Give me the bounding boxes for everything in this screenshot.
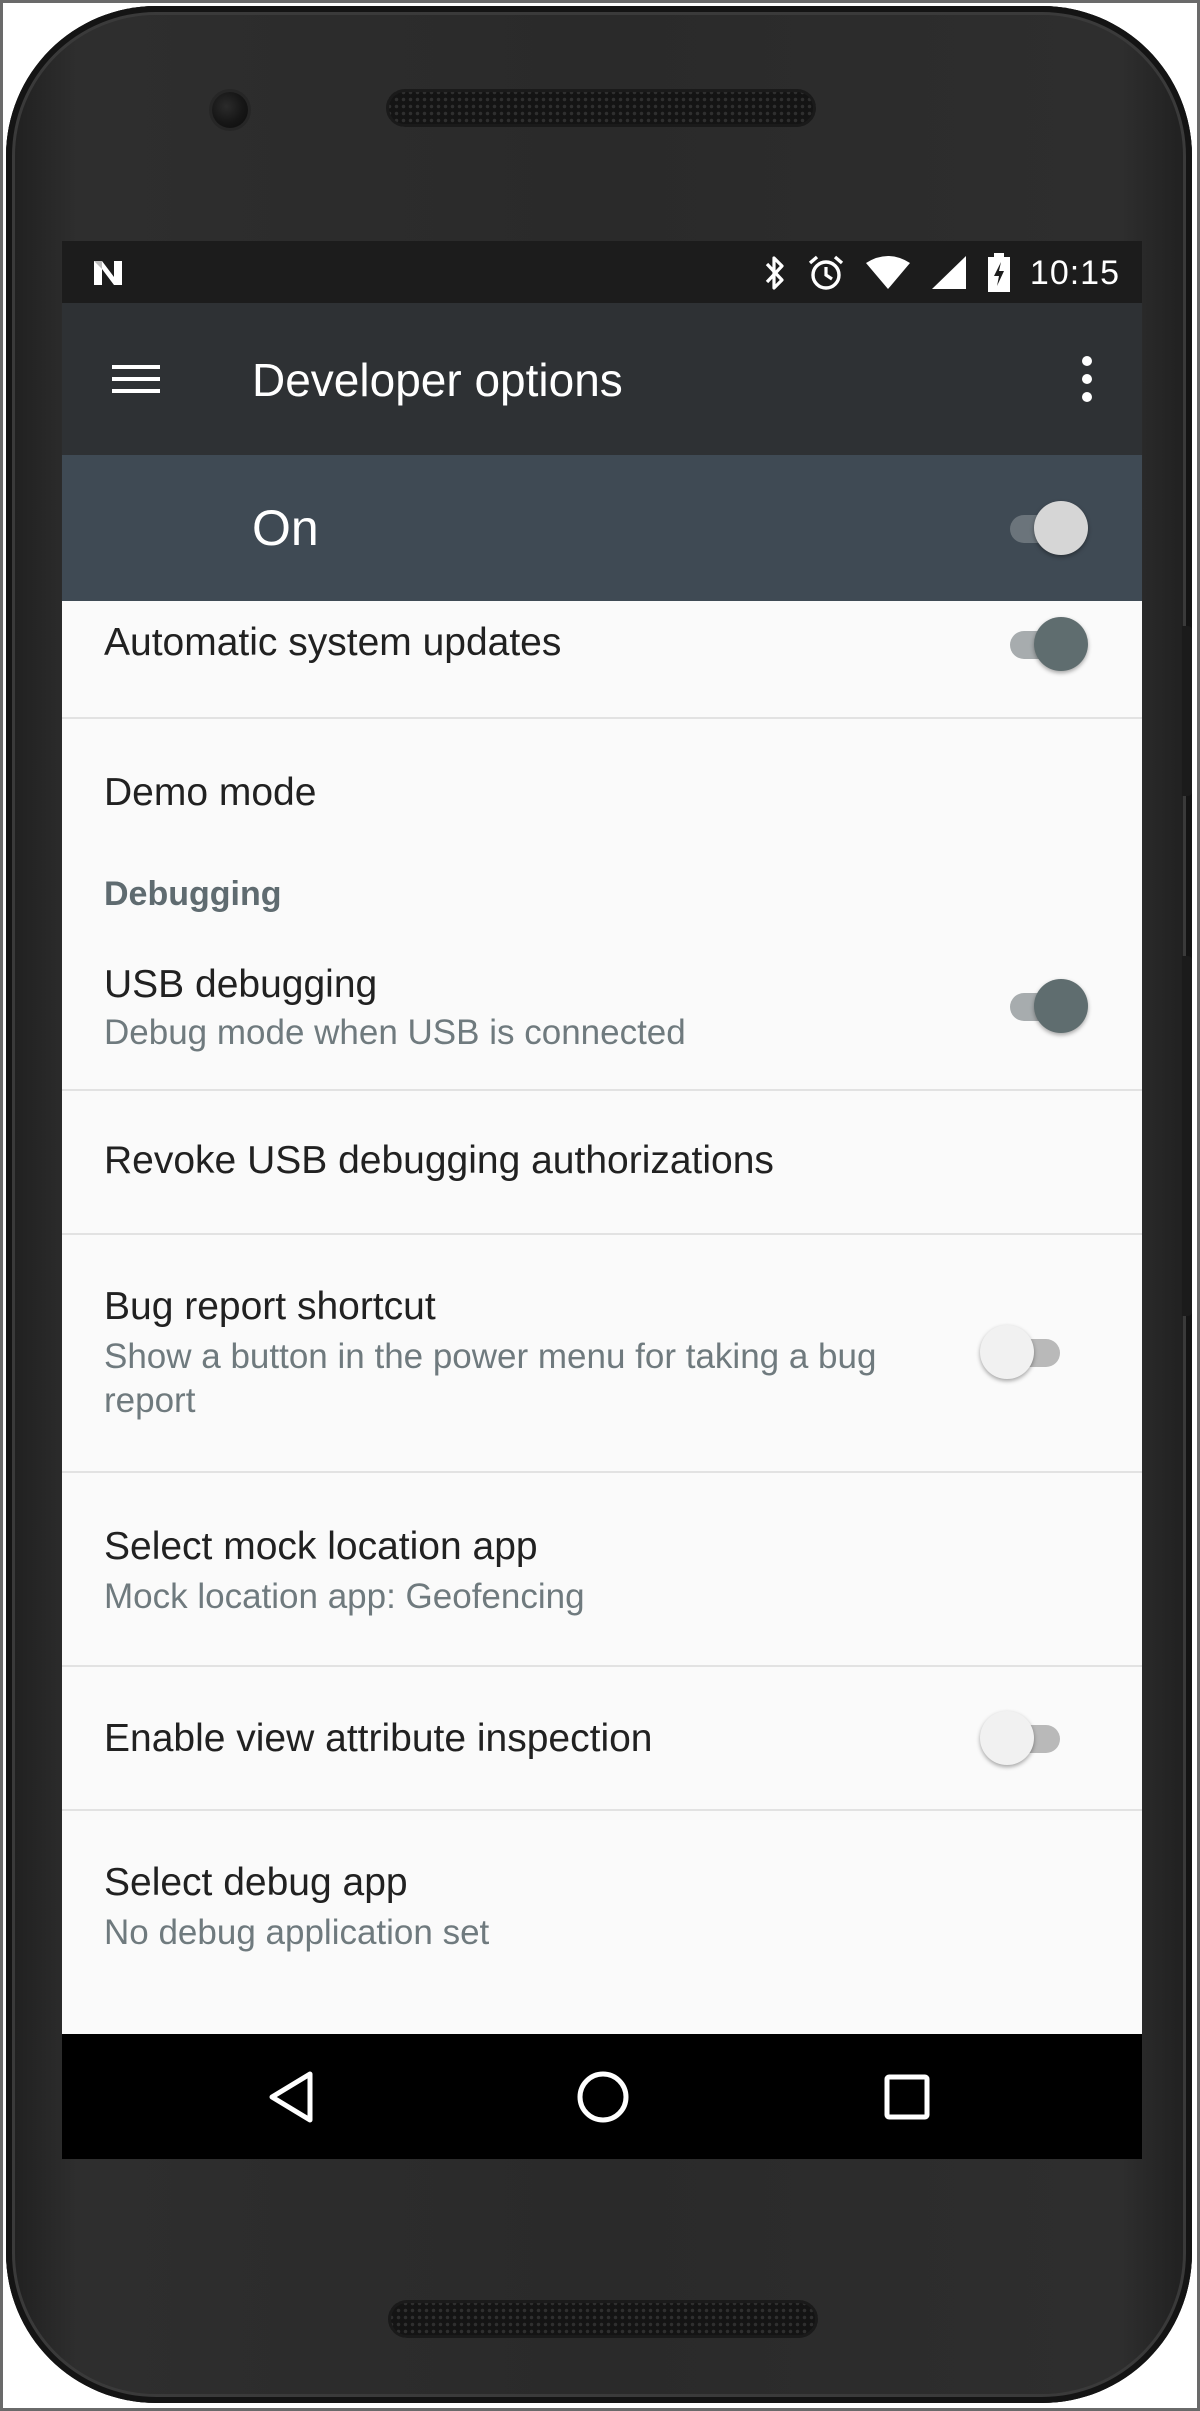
- wifi-icon: [866, 256, 910, 289]
- top-speaker-grille: [386, 89, 816, 127]
- setting-automatic-system-updates[interactable]: Automatic system updates: [62, 601, 1142, 719]
- status-time: 10:15: [1029, 254, 1120, 292]
- notification-n-icon: [94, 261, 122, 285]
- setting-enable-view-attribute-inspection[interactable]: Enable view attribute inspection: [62, 1667, 1142, 1811]
- bottom-speaker-grille: [388, 2300, 818, 2338]
- usb-debugging-toggle[interactable]: [1002, 977, 1088, 1037]
- setting-title: Bug report shortcut: [104, 1285, 436, 1328]
- toolbar: Developer options: [62, 303, 1142, 455]
- power-button[interactable]: [1182, 956, 1192, 1316]
- section-header-debugging: Debugging: [62, 833, 1142, 953]
- setting-revoke-usb-authorizations[interactable]: Revoke USB debugging authorizations: [62, 1091, 1142, 1235]
- page-title: Developer options: [252, 354, 623, 406]
- setting-title: Revoke USB debugging authorizations: [104, 1139, 774, 1182]
- recents-square-icon[interactable]: [874, 2064, 940, 2130]
- battery-icon: [988, 253, 1010, 292]
- volume-button[interactable]: [1182, 626, 1192, 796]
- status-bar: 10:15: [62, 241, 1142, 303]
- phone-body: 10:15 Developer options On Automatic sys…: [6, 6, 1192, 2403]
- bluetooth-icon: [765, 256, 784, 290]
- setting-demo-mode[interactable]: Demo mode: [62, 719, 1142, 833]
- setting-summary: No debug application set: [104, 1913, 490, 1952]
- automatic-updates-toggle[interactable]: [1002, 615, 1088, 675]
- setting-title: Demo mode: [104, 771, 317, 814]
- setting-bug-report-shortcut[interactable]: Bug report shortcut Show a button in the…: [62, 1235, 1142, 1473]
- setting-summary: Mock location app: Geofencing: [104, 1577, 585, 1616]
- setting-select-debug-app[interactable]: Select debug app No debug application se…: [62, 1811, 1142, 2001]
- front-camera: [212, 92, 248, 128]
- setting-summary: Show a button in the power menu for taki…: [104, 1337, 877, 1420]
- setting-title: Automatic system updates: [104, 621, 562, 664]
- settings-list: Automatic system updates Demo mode Debug…: [62, 601, 1142, 2001]
- master-switch-bar[interactable]: On: [62, 455, 1142, 601]
- screen: 10:15 Developer options On Automatic sys…: [62, 241, 1142, 2159]
- setting-title: USB debugging: [104, 963, 378, 1006]
- setting-summary: Debug mode when USB is connected: [104, 1013, 686, 1052]
- setting-title: Enable view attribute inspection: [104, 1717, 653, 1760]
- bug-report-shortcut-toggle[interactable]: [980, 1323, 1066, 1383]
- hamburger-menu-icon[interactable]: [110, 353, 162, 405]
- home-circle-icon[interactable]: [570, 2064, 636, 2130]
- more-vert-icon[interactable]: [1072, 351, 1102, 407]
- section-header-label: Debugging: [104, 875, 282, 913]
- alarm-icon: [808, 255, 844, 290]
- setting-select-mock-location-app[interactable]: Select mock location app Mock location a…: [62, 1473, 1142, 1667]
- setting-usb-debugging[interactable]: USB debugging Debug mode when USB is con…: [62, 953, 1142, 1091]
- view-attribute-inspection-toggle[interactable]: [980, 1709, 1066, 1769]
- navigation-bar: [62, 2034, 1142, 2159]
- setting-title: Select mock location app: [104, 1525, 538, 1568]
- setting-title: Select debug app: [104, 1861, 408, 1904]
- status-icons: [762, 251, 1012, 295]
- back-triangle-icon[interactable]: [260, 2064, 326, 2130]
- master-switch-label: On: [252, 500, 319, 556]
- master-switch-toggle[interactable]: [1002, 499, 1088, 559]
- signal-icon: [932, 256, 966, 289]
